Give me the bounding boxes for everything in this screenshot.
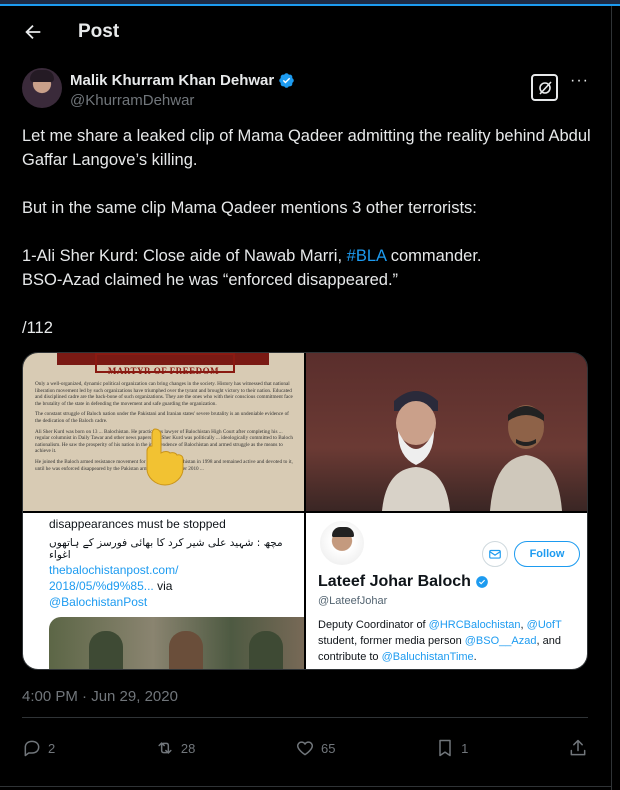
media-image-photo[interactable] <box>306 353 587 511</box>
grok-button[interactable] <box>531 74 558 101</box>
author-handle[interactable]: @KhurramDehwar <box>70 92 194 109</box>
verified-badge-icon <box>279 73 294 88</box>
post-line: /112 <box>22 319 53 337</box>
media-image-tweet-crop[interactable]: disappearances must be stopped مچھ : شہی… <box>23 513 304 669</box>
divider <box>22 717 588 718</box>
repost-count: 28 <box>180 740 196 756</box>
bookmark-button[interactable]: 1 <box>435 738 468 758</box>
document-heading: MARTYR OF FREEDOM <box>107 366 220 376</box>
share-icon <box>570 739 586 756</box>
repost-button[interactable]: 28 <box>155 738 195 758</box>
hashtag-link[interactable]: #BLA <box>347 247 386 265</box>
post-text: Let me share a leaked clip of Mama Qadee… <box>22 124 592 340</box>
page-header: Post <box>0 6 612 58</box>
like-button[interactable]: 65 <box>295 738 335 758</box>
verified-badge-icon <box>476 576 488 588</box>
bookmark-icon <box>439 739 451 757</box>
column-border <box>611 6 612 790</box>
reply-count: 2 <box>48 740 56 756</box>
bookmark-count: 1 <box>461 740 469 756</box>
grok-icon <box>538 80 552 95</box>
pointing-hand-icon <box>146 428 184 486</box>
media-image-profile-card[interactable]: Follow Lateef Johar Baloch @LateefJohar … <box>306 513 587 669</box>
author-name[interactable]: Malik Khurram Khan Dehwar <box>70 72 295 89</box>
post-line: But in the same clip Mama Qadeer mention… <box>22 199 477 217</box>
like-count: 65 <box>320 740 336 756</box>
profile-avatar <box>318 519 366 567</box>
post-timestamp[interactable]: 4:00 PM · Jun 29, 2020 <box>22 688 178 705</box>
tweet-crop-urdu: مچھ : شہید علی شیر کرد کا بھائی فورسز کے… <box>49 537 283 561</box>
avatar[interactable] <box>22 68 62 108</box>
elder-man-figure <box>382 391 450 511</box>
like-icon <box>296 741 313 756</box>
more-icon[interactable]: ··· <box>570 73 590 94</box>
tweet-crop-link: thebalochistanpost.com/ <box>49 563 179 577</box>
profile-bio: Deputy Coordinator of @HRCBalochistan, @… <box>318 619 562 663</box>
tweet-crop-mention: @BalochistanPost <box>49 595 148 609</box>
post-line: Let me share a leaked clip of Mama Qadee… <box>22 127 596 169</box>
back-arrow-icon[interactable] <box>22 21 44 43</box>
reply-button[interactable]: 2 <box>22 738 55 758</box>
post-line: 1-Ali Sher Kurd: Close aide of Nawab Mar… <box>22 247 482 265</box>
tweet-crop-link: 2018/05/%d9%85... via <box>49 579 173 593</box>
share-button[interactable] <box>568 738 588 758</box>
author-row: Malik Khurram Khan Dehwar @KhurramDehwar… <box>22 68 592 112</box>
media-image-martyr-document[interactable]: MARTYR OF FREEDOM Only a well-organized,… <box>23 353 304 511</box>
reply-icon <box>24 740 40 757</box>
post-line: BSO-Azad claimed he was “enforced disapp… <box>22 271 399 289</box>
soldiers-photo <box>49 617 304 669</box>
media-grid[interactable]: MARTYR OF FREEDOM Only a well-organized,… <box>22 352 588 670</box>
mail-icon <box>482 541 508 567</box>
man-figure <box>490 405 562 511</box>
profile-name: Lateef Johar Baloch <box>318 573 489 591</box>
profile-follow-button: Follow <box>514 541 580 567</box>
action-bar: 2 28 65 1 <box>22 730 588 766</box>
profile-handle: @LateefJohar <box>318 595 388 607</box>
bottom-border <box>0 786 612 787</box>
author-name-text[interactable]: Malik Khurram Khan Dehwar <box>70 72 274 89</box>
page-title: Post <box>78 21 120 42</box>
tweet-crop-top-line: disappearances must be stopped <box>49 517 226 531</box>
repost-icon <box>158 742 172 754</box>
